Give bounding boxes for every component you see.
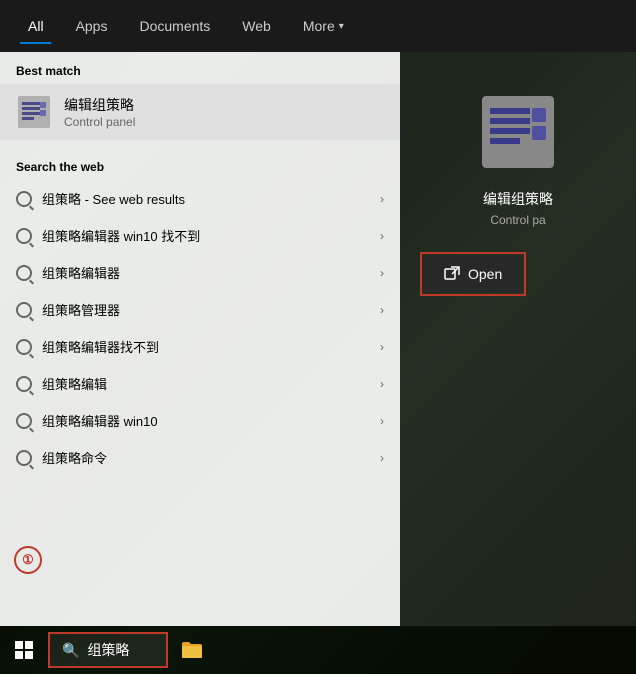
open-button[interactable]: Open xyxy=(424,256,522,292)
search-web-title: Search the web xyxy=(0,148,400,180)
best-match-item[interactable]: 编辑组策略 Control panel xyxy=(0,84,400,140)
chevron-right-icon-3: › xyxy=(380,303,384,317)
right-panel-icon xyxy=(478,92,558,177)
windows-icon xyxy=(14,640,34,660)
best-match-type: Control panel xyxy=(64,115,135,129)
search-result-text-2: 组策略编辑器 xyxy=(42,263,120,282)
chevron-right-icon-7: › xyxy=(380,451,384,465)
search-icon-7 xyxy=(16,450,32,466)
search-icon-1 xyxy=(16,228,32,244)
search-icon-5 xyxy=(16,376,32,392)
search-result-text-6: 组策略编辑器 win10 xyxy=(42,411,158,430)
taskbar: 🔍 组策略 xyxy=(0,626,636,674)
tab-web[interactable]: Web xyxy=(230,12,283,40)
search-result-text-4: 组策略编辑器找不到 xyxy=(42,337,159,356)
open-icon xyxy=(444,266,460,282)
chevron-right-icon-6: › xyxy=(380,414,384,428)
best-match-name: 编辑组策略 xyxy=(64,95,135,115)
search-result-7[interactable]: 组策略命令 › xyxy=(0,439,400,476)
tab-all[interactable]: All xyxy=(16,12,56,40)
nav-tabs: All Apps Documents Web More ▾ xyxy=(0,0,636,52)
search-icon-4 xyxy=(16,339,32,355)
start-menu: All Apps Documents Web More ▾ Best match xyxy=(0,0,636,626)
chevron-right-icon-5: › xyxy=(380,377,384,391)
left-panel: Best match 编辑组策略 Control panel xyxy=(0,52,400,626)
search-result-text-7: 组策略命令 xyxy=(42,448,107,467)
search-result-6[interactable]: 组策略编辑器 win10 › xyxy=(0,402,400,439)
search-result-text-1: 组策略编辑器 win10 找不到 xyxy=(42,226,200,245)
taskbar-folder-button[interactable] xyxy=(168,626,216,674)
chevron-right-icon-0: › xyxy=(380,192,384,206)
tab-apps[interactable]: Apps xyxy=(64,12,120,40)
search-result-2[interactable]: 组策略编辑器 › xyxy=(0,254,400,291)
search-result-text-5: 组策略编辑 xyxy=(42,374,107,393)
search-result-4[interactable]: 组策略编辑器找不到 › xyxy=(0,328,400,365)
open-label: Open xyxy=(468,266,502,282)
start-button[interactable] xyxy=(0,626,48,674)
chevron-right-icon-4: › xyxy=(380,340,384,354)
search-icon-3 xyxy=(16,302,32,318)
search-result-3[interactable]: 组策略管理器 › xyxy=(0,291,400,328)
taskbar-search-text: 组策略 xyxy=(87,640,129,660)
right-panel: 编辑组策略 Control pa Open ② xyxy=(400,52,636,626)
right-panel-type: Control pa xyxy=(490,213,545,227)
annotation-1: ① xyxy=(14,546,42,574)
app-icon xyxy=(16,94,52,130)
taskbar-search-icon: 🔍 xyxy=(62,642,79,659)
best-match-title: Best match xyxy=(0,52,400,84)
folder-icon xyxy=(181,641,203,659)
best-match-text: 编辑组策略 Control panel xyxy=(64,95,135,129)
search-result-5[interactable]: 组策略编辑 › xyxy=(0,365,400,402)
main-content: Best match 编辑组策略 Control panel xyxy=(0,52,636,626)
right-panel-name: 编辑组策略 xyxy=(483,189,553,209)
chevron-right-icon-1: › xyxy=(380,229,384,243)
search-result-text-0: 组策略 - See web results xyxy=(42,189,185,208)
open-button-container: Open xyxy=(420,252,526,296)
search-icon-2 xyxy=(16,265,32,281)
chevron-down-icon: ▾ xyxy=(339,21,344,32)
search-result-text-3: 组策略管理器 xyxy=(42,300,120,319)
chevron-right-icon-2: › xyxy=(380,266,384,280)
search-web-section: Search the web 组策略 - See web results › 组… xyxy=(0,148,400,476)
search-icon-0 xyxy=(16,191,32,207)
search-icon-6 xyxy=(16,413,32,429)
search-result-0[interactable]: 组策略 - See web results › xyxy=(0,180,400,217)
tab-more[interactable]: More ▾ xyxy=(291,12,356,40)
taskbar-search-box[interactable]: 🔍 组策略 xyxy=(48,632,168,668)
tab-documents[interactable]: Documents xyxy=(127,12,222,40)
search-result-1[interactable]: 组策略编辑器 win10 找不到 › xyxy=(0,217,400,254)
